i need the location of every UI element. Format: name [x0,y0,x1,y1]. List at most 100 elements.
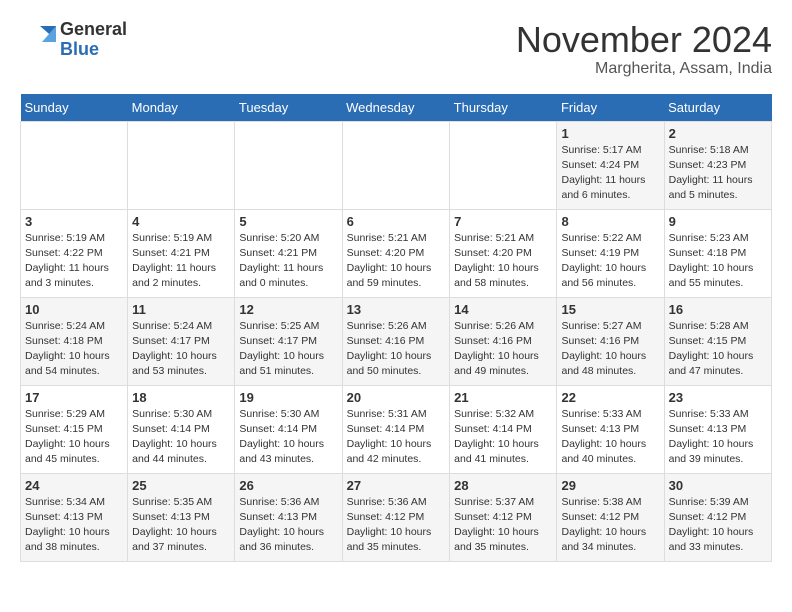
calendar-week-1: 1 Sunrise: 5:17 AM Sunset: 4:24 PM Daylig… [21,121,772,209]
weekday-header-monday: Monday [128,94,235,122]
calendar-week-2: 3Sunrise: 5:19 AM Sunset: 4:22 PM Daylig… [21,209,772,297]
day-info: Sunrise: 5:30 AM Sunset: 4:14 PM Dayligh… [132,407,230,468]
day-number: 19 [239,390,337,405]
logo: General Blue [20,20,127,60]
day-number: 16 [669,302,767,317]
day-info: Sunrise: 5:38 AM Sunset: 4:12 PM Dayligh… [561,495,659,556]
day-number: 15 [561,302,659,317]
day-number: 7 [454,214,552,229]
day-number: 25 [132,478,230,493]
day-info: Sunrise: 5:22 AM Sunset: 4:19 PM Dayligh… [561,231,659,292]
day-number: 28 [454,478,552,493]
day-info: Sunrise: 5:33 AM Sunset: 4:13 PM Dayligh… [669,407,767,468]
calendar-cell [342,121,450,209]
weekday-header-saturday: Saturday [664,94,771,122]
calendar-cell: 16 Sunrise: 5:28 AM Sunset: 4:15 PM Dayli… [664,297,771,385]
day-number: 26 [239,478,337,493]
logo-icon [20,22,56,58]
day-info: Sunrise: 5:34 AM Sunset: 4:13 PM Dayligh… [25,495,123,556]
day-number: 14 [454,302,552,317]
day-number: 22 [561,390,659,405]
day-info: Sunrise: 5:37 AM Sunset: 4:12 PM Dayligh… [454,495,552,556]
calendar-cell: 29 Sunrise: 5:38 AM Sunset: 4:12 PM Dayli… [557,473,664,561]
day-info: Sunrise: 5:35 AM Sunset: 4:13 PM Dayligh… [132,495,230,556]
day-info: Sunrise: 5:36 AM Sunset: 4:13 PM Dayligh… [239,495,337,556]
day-info: Sunrise: 5:33 AM Sunset: 4:13 PM Dayligh… [561,407,659,468]
calendar-cell: 11Sunrise: 5:24 AM Sunset: 4:17 PM Dayli… [128,297,235,385]
day-info: Sunrise: 5:24 AM Sunset: 4:18 PM Dayligh… [25,319,123,380]
calendar-cell: 5 Sunrise: 5:20 AM Sunset: 4:21 PM Daylig… [235,209,342,297]
calendar-cell: 3Sunrise: 5:19 AM Sunset: 4:22 PM Daylig… [21,209,128,297]
calendar-week-3: 10 Sunrise: 5:24 AM Sunset: 4:18 PM Dayli… [21,297,772,385]
day-info: Sunrise: 5:26 AM Sunset: 4:16 PM Dayligh… [347,319,446,380]
calendar-cell: 30 Sunrise: 5:39 AM Sunset: 4:12 PM Dayli… [664,473,771,561]
weekday-header-row: SundayMondayTuesdayWednesdayThursdayFrid… [21,94,772,122]
day-number: 2 [669,126,767,141]
day-number: 30 [669,478,767,493]
day-number: 6 [347,214,446,229]
day-number: 29 [561,478,659,493]
calendar-cell: 25 Sunrise: 5:35 AM Sunset: 4:13 PM Dayli… [128,473,235,561]
calendar-week-4: 17 Sunrise: 5:29 AM Sunset: 4:15 PM Dayli… [21,385,772,473]
calendar-cell: 13 Sunrise: 5:26 AM Sunset: 4:16 PM Dayli… [342,297,450,385]
day-info: Sunrise: 5:36 AM Sunset: 4:12 PM Dayligh… [347,495,446,556]
day-info: Sunrise: 5:27 AM Sunset: 4:16 PM Dayligh… [561,319,659,380]
location-text: Margherita, Assam, India [516,60,772,78]
day-info: Sunrise: 5:20 AM Sunset: 4:21 PM Dayligh… [239,231,337,292]
day-info: Sunrise: 5:21 AM Sunset: 4:20 PM Dayligh… [347,231,446,292]
day-number: 5 [239,214,337,229]
calendar-cell: 1 Sunrise: 5:17 AM Sunset: 4:24 PM Daylig… [557,121,664,209]
day-number: 1 [561,126,659,141]
calendar-cell: 26 Sunrise: 5:36 AM Sunset: 4:13 PM Dayli… [235,473,342,561]
day-info: Sunrise: 5:25 AM Sunset: 4:17 PM Dayligh… [239,319,337,380]
calendar-cell [235,121,342,209]
calendar-cell: 22 Sunrise: 5:33 AM Sunset: 4:13 PM Dayli… [557,385,664,473]
weekday-header-thursday: Thursday [450,94,557,122]
day-info: Sunrise: 5:17 AM Sunset: 4:24 PM Dayligh… [561,143,659,204]
calendar-cell: 10 Sunrise: 5:24 AM Sunset: 4:18 PM Dayli… [21,297,128,385]
calendar-cell: 17 Sunrise: 5:29 AM Sunset: 4:15 PM Dayli… [21,385,128,473]
calendar-cell: 21Sunrise: 5:32 AM Sunset: 4:14 PM Dayli… [450,385,557,473]
day-number: 20 [347,390,446,405]
weekday-header-wednesday: Wednesday [342,94,450,122]
day-number: 10 [25,302,123,317]
day-number: 27 [347,478,446,493]
weekday-header-sunday: Sunday [21,94,128,122]
calendar-cell: 24Sunrise: 5:34 AM Sunset: 4:13 PM Dayli… [21,473,128,561]
day-number: 23 [669,390,767,405]
day-info: Sunrise: 5:31 AM Sunset: 4:14 PM Dayligh… [347,407,446,468]
page-header: General Blue November 2024 Margherita, A… [20,20,772,78]
calendar-cell: 14Sunrise: 5:26 AM Sunset: 4:16 PM Dayli… [450,297,557,385]
calendar-cell: 15 Sunrise: 5:27 AM Sunset: 4:16 PM Dayli… [557,297,664,385]
calendar-cell: 18 Sunrise: 5:30 AM Sunset: 4:14 PM Dayli… [128,385,235,473]
day-number: 18 [132,390,230,405]
day-number: 17 [25,390,123,405]
calendar-cell: 28 Sunrise: 5:37 AM Sunset: 4:12 PM Dayli… [450,473,557,561]
month-title: November 2024 [516,20,772,60]
day-info: Sunrise: 5:19 AM Sunset: 4:22 PM Dayligh… [25,231,123,292]
calendar-cell [450,121,557,209]
logo-blue-text: Blue [60,40,127,60]
weekday-header-tuesday: Tuesday [235,94,342,122]
calendar-table: SundayMondayTuesdayWednesdayThursdayFrid… [20,94,772,562]
day-number: 8 [561,214,659,229]
day-info: Sunrise: 5:39 AM Sunset: 4:12 PM Dayligh… [669,495,767,556]
calendar-cell: 23 Sunrise: 5:33 AM Sunset: 4:13 PM Dayli… [664,385,771,473]
day-info: Sunrise: 5:29 AM Sunset: 4:15 PM Dayligh… [25,407,123,468]
day-info: Sunrise: 5:32 AM Sunset: 4:14 PM Dayligh… [454,407,552,468]
calendar-cell [128,121,235,209]
day-info: Sunrise: 5:23 AM Sunset: 4:18 PM Dayligh… [669,231,767,292]
day-info: Sunrise: 5:24 AM Sunset: 4:17 PM Dayligh… [132,319,230,380]
day-info: Sunrise: 5:28 AM Sunset: 4:15 PM Dayligh… [669,319,767,380]
calendar-cell: 12Sunrise: 5:25 AM Sunset: 4:17 PM Dayli… [235,297,342,385]
day-info: Sunrise: 5:21 AM Sunset: 4:20 PM Dayligh… [454,231,552,292]
calendar-cell: 7 Sunrise: 5:21 AM Sunset: 4:20 PM Daylig… [450,209,557,297]
day-info: Sunrise: 5:30 AM Sunset: 4:14 PM Dayligh… [239,407,337,468]
calendar-cell: 19 Sunrise: 5:30 AM Sunset: 4:14 PM Dayli… [235,385,342,473]
calendar-cell: 2 Sunrise: 5:18 AM Sunset: 4:23 PM Daylig… [664,121,771,209]
calendar-cell: 8 Sunrise: 5:22 AM Sunset: 4:19 PM Daylig… [557,209,664,297]
day-info: Sunrise: 5:19 AM Sunset: 4:21 PM Dayligh… [132,231,230,292]
day-number: 13 [347,302,446,317]
day-info: Sunrise: 5:18 AM Sunset: 4:23 PM Dayligh… [669,143,767,204]
logo-general-text: General [60,20,127,40]
